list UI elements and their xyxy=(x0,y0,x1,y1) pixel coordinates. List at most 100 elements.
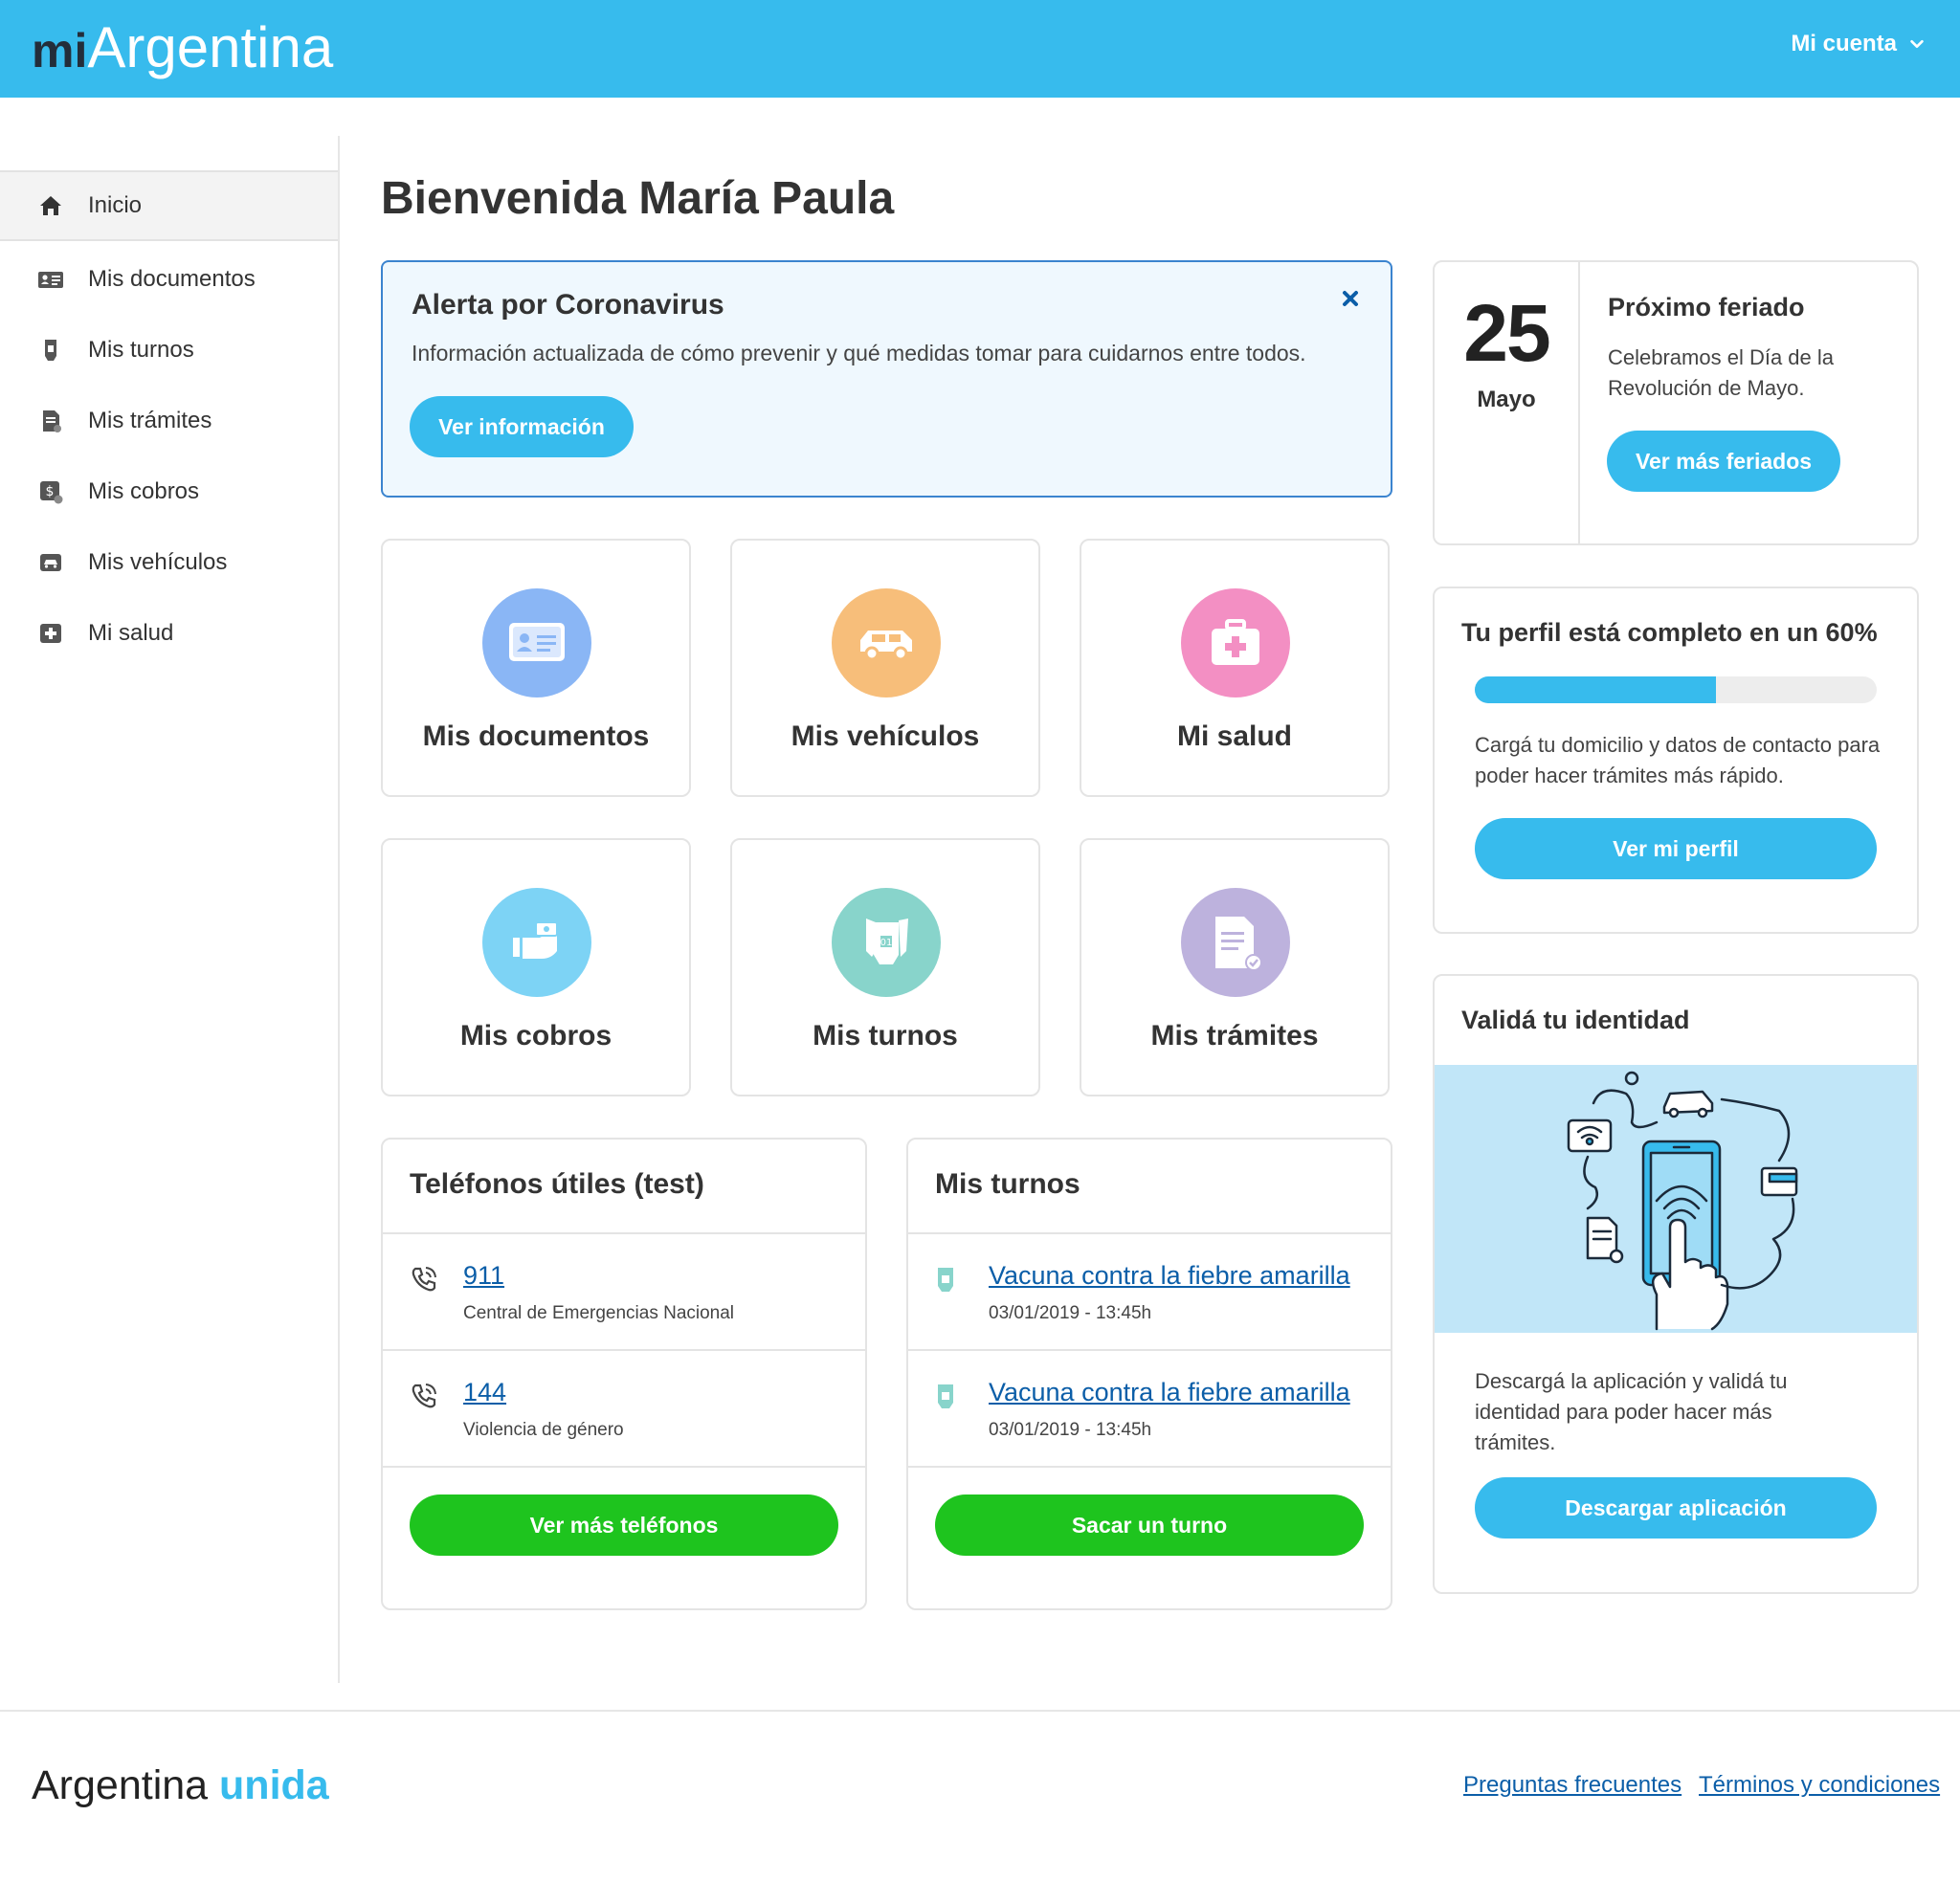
page-title: Bienvenida María Paula xyxy=(381,173,895,224)
ver-mi-perfil-button[interactable]: Ver mi perfil xyxy=(1475,818,1877,879)
car-icon xyxy=(860,631,912,661)
coronavirus-alert: Alerta por Coronavirus Información actua… xyxy=(381,260,1392,498)
mi-argentina-logo[interactable]: miArgentina xyxy=(32,10,333,101)
svg-text:01: 01 xyxy=(880,938,893,948)
turn-date: 03/01/2019 - 13:45h xyxy=(989,1420,1152,1440)
sidebar-item-label: Inicio xyxy=(88,192,143,218)
identity-text: Descargá la aplicación y validá tu ident… xyxy=(1475,1369,1788,1454)
phone-icon xyxy=(412,1267,436,1292)
useful-phones-card: Teléfonos útiles (test) 911 Central de E… xyxy=(381,1138,867,1610)
first-aid-kit-icon xyxy=(1212,619,1259,665)
tile-label: Mis vehículos xyxy=(791,720,980,752)
top-header: miArgentina Mi cuenta xyxy=(0,0,1960,98)
card-title: Mis turnos xyxy=(935,1168,1080,1200)
alert-title: Alerta por Coronavirus xyxy=(412,289,724,321)
sidebar-item-label: Mi salud xyxy=(88,620,174,646)
argentina-unida-logo: Argentina unida xyxy=(32,1762,329,1809)
sidebar-item-cobros[interactable]: $ Mis cobros xyxy=(0,456,338,527)
account-label: Mi cuenta xyxy=(1791,31,1897,56)
sidebar-item-inicio[interactable]: Inicio xyxy=(0,170,338,241)
turn-link[interactable]: Vacuna contra la fiebre amarilla xyxy=(989,1378,1350,1407)
tile-label: Mis cobros xyxy=(459,1020,612,1052)
close-icon[interactable] xyxy=(1337,285,1364,312)
profile-progress-bar xyxy=(1475,676,1877,703)
payment-icon: $ xyxy=(36,477,65,506)
ver-informacion-button[interactable]: Ver información xyxy=(410,396,634,457)
alert-text: Información actualizada de cómo prevenir… xyxy=(412,341,1306,365)
hand-money-icon xyxy=(513,921,558,959)
svg-text:$: $ xyxy=(46,484,55,499)
divider xyxy=(1578,262,1580,545)
tile-circle: 01 xyxy=(832,888,941,997)
tile-label: Mis trámites xyxy=(1150,1020,1319,1052)
card-title: Teléfonos útiles (test) xyxy=(410,1168,704,1200)
faq-link[interactable]: Preguntas frecuentes xyxy=(1463,1772,1682,1799)
turn-ticket-icon xyxy=(36,336,65,365)
turn-ticket-icon xyxy=(938,1384,953,1408)
holiday-title: Próximo feriado xyxy=(1608,293,1805,321)
sacar-turno-button[interactable]: Sacar un turno xyxy=(935,1495,1364,1556)
sidebar: Inicio Mis documentos Mis turnos Mis trá… xyxy=(0,136,340,1683)
tile-label: Mi salud xyxy=(1176,720,1292,752)
ver-mas-feriados-button[interactable]: Ver más feriados xyxy=(1607,431,1840,492)
tile-circle xyxy=(832,588,941,697)
health-icon xyxy=(36,619,65,648)
home-icon xyxy=(36,191,65,220)
sidebar-item-documentos[interactable]: Mis documentos xyxy=(0,244,338,315)
phone-fingerprint-illustration xyxy=(1567,1071,1798,1331)
turn-row: Vacuna contra la fiebre amarilla 03/01/2… xyxy=(908,1351,1391,1468)
phone-link-911[interactable]: 911 xyxy=(463,1261,504,1291)
sidebar-item-turnos[interactable]: Mis turnos xyxy=(0,315,338,386)
tile-mis-cobros[interactable]: Mis cobros xyxy=(381,838,691,1096)
tile-mis-documentos[interactable]: Mis documentos xyxy=(381,539,691,797)
id-card-icon xyxy=(509,623,565,661)
validate-identity-card: Validá tu identidad Descargá la aplicaci… xyxy=(1433,974,1919,1594)
sidebar-item-label: Mis trámites xyxy=(88,408,212,433)
turn-link[interactable]: Vacuna contra la fiebre amarilla xyxy=(989,1261,1350,1291)
ver-mas-telefonos-button[interactable]: Ver más teléfonos xyxy=(410,1495,838,1556)
phone-description: Violencia de género xyxy=(463,1420,624,1440)
terms-link[interactable]: Términos y condiciones xyxy=(1699,1772,1940,1799)
sidebar-item-vehiculos[interactable]: Mis vehículos xyxy=(0,527,338,598)
phone-description: Central de Emergencias Nacional xyxy=(463,1303,735,1323)
tile-mi-salud[interactable]: Mi salud xyxy=(1080,539,1390,797)
phone-row: 144 Violencia de género xyxy=(383,1351,865,1468)
tile-mis-vehiculos[interactable]: Mis vehículos xyxy=(730,539,1040,797)
tile-circle xyxy=(1181,588,1290,697)
tile-label: Mis documentos xyxy=(422,720,650,752)
card-header: Teléfonos útiles (test) xyxy=(383,1140,865,1234)
id-card-icon xyxy=(36,265,65,294)
phone-row: 911 Central de Emergencias Nacional xyxy=(383,1234,865,1351)
holiday-day: 25 xyxy=(1463,288,1550,378)
phone-icon xyxy=(412,1384,436,1408)
tile-mis-turnos[interactable]: 01 Mis turnos xyxy=(730,838,1040,1096)
identity-title: Validá tu identidad xyxy=(1461,1006,1690,1034)
holiday-text: Celebramos el Día de la Revolución de Ma… xyxy=(1608,345,1835,400)
document-check-icon xyxy=(1215,917,1262,971)
profile-text: Cargá tu domicilio y datos de contacto p… xyxy=(1475,733,1881,787)
sidebar-item-tramites[interactable]: Mis trámites xyxy=(0,386,338,456)
sidebar-item-salud[interactable]: Mi salud xyxy=(0,598,338,669)
document-icon xyxy=(36,407,65,435)
profile-completion-card: Tu perfil está completo en un 60% Cargá … xyxy=(1433,587,1919,934)
progress-fill xyxy=(1475,676,1716,703)
footer-divider xyxy=(0,1710,1960,1712)
tile-circle xyxy=(482,588,591,697)
account-menu-button[interactable]: Mi cuenta xyxy=(1791,31,1926,57)
footer-logo-b: unida xyxy=(219,1762,329,1808)
sidebar-item-label: Mis vehículos xyxy=(88,549,228,575)
turn-ticket-icon xyxy=(938,1268,953,1292)
tile-label: Mis turnos xyxy=(813,1020,958,1052)
phone-link-144[interactable]: 144 xyxy=(463,1378,506,1407)
holiday-month: Mayo xyxy=(1477,387,1536,412)
turn-ticket-icon: 01 xyxy=(866,919,908,964)
descargar-aplicacion-button[interactable]: Descargar aplicación xyxy=(1475,1477,1877,1539)
footer-logo-a: Argentina xyxy=(32,1762,209,1808)
sidebar-item-label: Mis turnos xyxy=(88,337,194,363)
card-header: Mis turnos xyxy=(908,1140,1391,1234)
turn-row: Vacuna contra la fiebre amarilla 03/01/2… xyxy=(908,1234,1391,1351)
chevron-down-icon xyxy=(1910,39,1924,49)
car-icon xyxy=(36,548,65,577)
tile-mis-tramites[interactable]: Mis trámites xyxy=(1080,838,1390,1096)
turn-date: 03/01/2019 - 13:45h xyxy=(989,1303,1152,1323)
